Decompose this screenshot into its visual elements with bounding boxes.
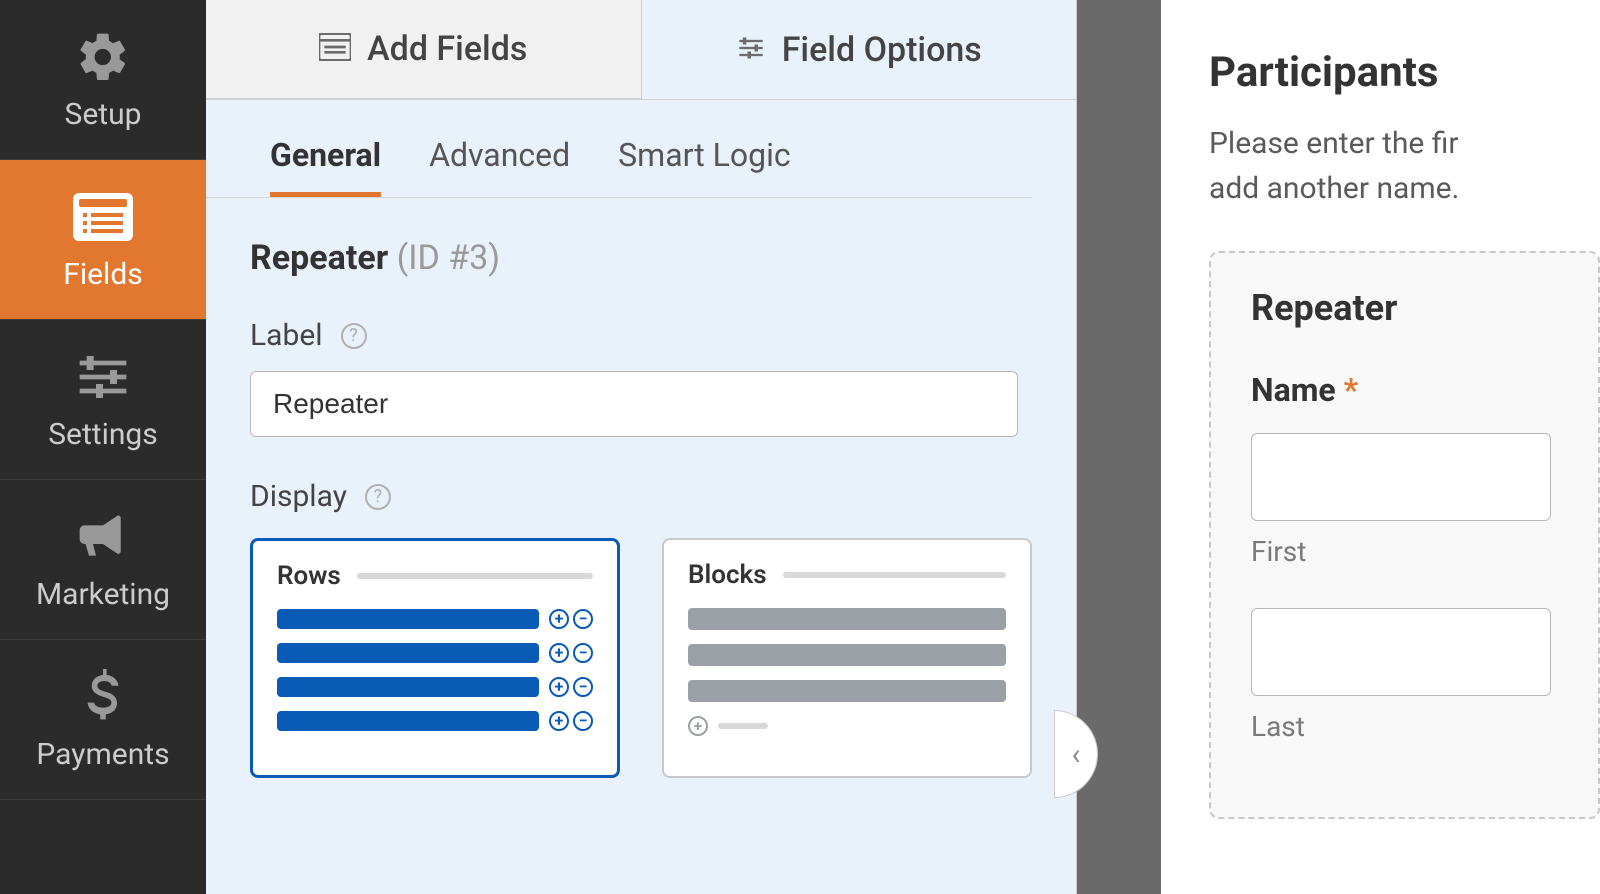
rows-illustration xyxy=(277,609,593,731)
display-option-title: Blocks xyxy=(688,560,767,590)
gear-icon xyxy=(73,27,133,87)
decorative-line xyxy=(357,573,593,579)
tab-add-fields[interactable]: Add Fields xyxy=(206,0,642,99)
form-title: Participants xyxy=(1209,48,1600,97)
form-icon xyxy=(319,33,351,65)
last-name-input[interactable] xyxy=(1251,608,1551,696)
form-description: Please enter the fir add another name. xyxy=(1209,121,1600,211)
tab-field-options[interactable]: Field Options xyxy=(642,0,1077,99)
main-tabs: Add Fields Field Options xyxy=(206,0,1076,100)
repeater-label: Repeater xyxy=(1251,287,1598,329)
sliders-icon xyxy=(736,34,766,66)
subtab-advanced[interactable]: Advanced xyxy=(429,136,570,197)
first-name-input[interactable] xyxy=(1251,433,1551,521)
list-icon xyxy=(73,187,133,247)
subtab-smart-logic[interactable]: Smart Logic xyxy=(618,136,790,197)
form-preview: Participants Please enter the fir add an… xyxy=(1161,0,1600,894)
label-input[interactable] xyxy=(250,371,1018,437)
sidebar-item-settings[interactable]: Settings xyxy=(0,320,206,480)
options-panel: Add Fields Field Options General Advance… xyxy=(206,0,1077,894)
decorative-line xyxy=(783,572,1006,578)
dollar-icon xyxy=(73,667,133,727)
subtab-general[interactable]: General xyxy=(270,136,381,197)
sidebar-item-setup[interactable]: Setup xyxy=(0,0,206,160)
repeater-field[interactable]: Repeater Name * First Last xyxy=(1209,251,1600,819)
blocks-illustration: + xyxy=(688,608,1006,736)
name-field-label: Name * xyxy=(1251,371,1598,409)
field-type-name: Repeater xyxy=(250,238,388,278)
sidebar-item-payments[interactable]: Payments xyxy=(0,640,206,800)
first-sublabel: First xyxy=(1251,535,1598,568)
sidebar-item-marketing[interactable]: Marketing xyxy=(0,480,206,640)
display-text: Display xyxy=(250,479,347,514)
sidebar-item-label: Fields xyxy=(63,257,142,292)
display-option-blocks[interactable]: Blocks + xyxy=(662,538,1032,778)
help-icon[interactable]: ? xyxy=(341,323,367,349)
tab-label: Field Options xyxy=(782,30,982,70)
sub-tabs: General Advanced Smart Logic xyxy=(206,100,1032,198)
display-option-title: Rows xyxy=(277,561,341,591)
label-text: Label xyxy=(250,318,323,353)
bullhorn-icon xyxy=(73,507,133,567)
sidebar-item-label: Setup xyxy=(65,97,142,132)
last-sublabel: Last xyxy=(1251,710,1598,743)
sidebar-item-label: Payments xyxy=(36,737,169,772)
display-row: Display ? xyxy=(250,479,1032,514)
sidebar-item-label: Marketing xyxy=(36,577,170,612)
display-option-rows[interactable]: Rows xyxy=(250,538,620,778)
sidebar-item-fields[interactable]: Fields xyxy=(0,160,206,320)
field-type-title: Repeater (ID #3) xyxy=(250,238,1032,278)
sliders-icon xyxy=(73,347,133,407)
label-row: Label ? xyxy=(250,318,1032,353)
sidebar: Setup Fields Settings Marketing Payments xyxy=(0,0,206,894)
tab-label: Add Fields xyxy=(367,29,527,69)
help-icon[interactable]: ? xyxy=(365,484,391,510)
required-asterisk: * xyxy=(1344,371,1359,409)
field-id: (ID #3) xyxy=(397,238,501,278)
sidebar-item-label: Settings xyxy=(48,417,158,452)
